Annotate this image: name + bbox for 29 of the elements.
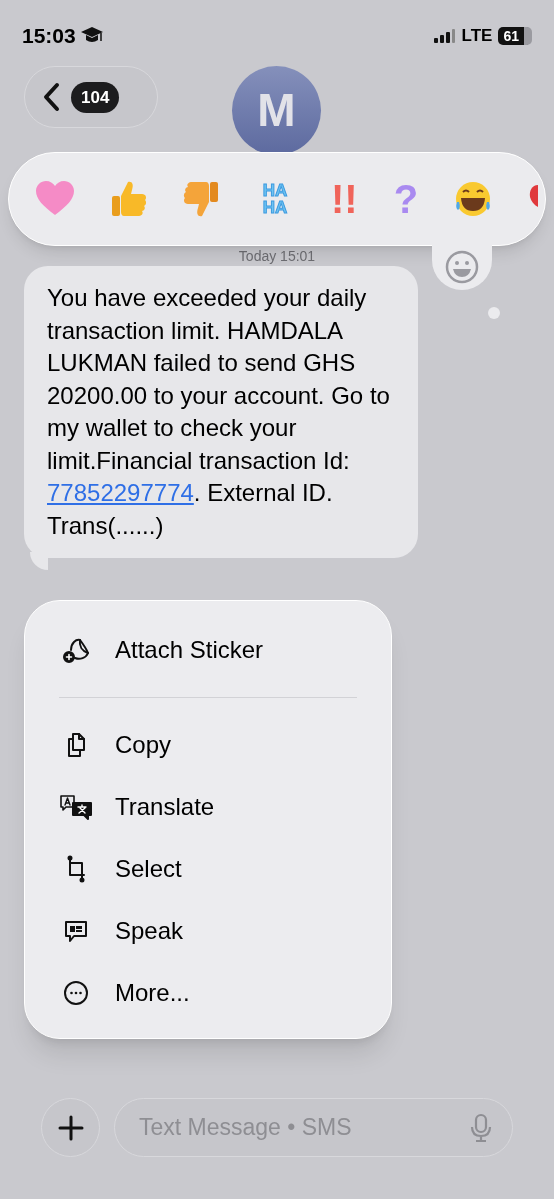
transaction-id-link[interactable]: 77852297774 bbox=[47, 479, 194, 506]
message-input[interactable]: Text Message • SMS bbox=[139, 1110, 470, 1145]
plus-icon bbox=[57, 1114, 84, 1141]
microphone-icon[interactable] bbox=[470, 1112, 492, 1143]
message-bubble[interactable] bbox=[24, 266, 418, 558]
more-icon bbox=[62, 979, 90, 1007]
bubble-tail bbox=[30, 552, 48, 570]
thumbs-down-icon[interactable] bbox=[183, 180, 219, 218]
laughing-face-icon[interactable] bbox=[454, 180, 493, 218]
signal-icon bbox=[433, 28, 456, 44]
smiley-icon bbox=[445, 250, 479, 284]
message-text: You have exceeded your daily transaction limit. HAMDALA LUKMAN failed to send GHS 20200.00 to your account. Go to my wallet to check your limit.Financial transaction Id: 77852297774. External ID. Trans(......) bbox=[47, 283, 391, 541]
unread-count-badge: 104 bbox=[71, 81, 120, 113]
menu-item[interactable]: Speak bbox=[25, 900, 391, 962]
menu-item[interactable]: More... bbox=[25, 962, 391, 1024]
message-timestamp: Today 15:01 bbox=[238, 248, 316, 264]
back-button[interactable]: 104 bbox=[24, 66, 158, 128]
menu-item[interactable]: Copy bbox=[25, 714, 391, 776]
thumbs-up-icon[interactable] bbox=[111, 180, 147, 218]
back-chevron-icon bbox=[41, 82, 61, 112]
translate-icon bbox=[59, 793, 93, 821]
menu-item[interactable]: Translate bbox=[25, 776, 391, 838]
network-type: LTE bbox=[461, 25, 493, 48]
sticker-icon bbox=[62, 636, 90, 664]
battery-level: 61 bbox=[498, 27, 532, 45]
clock-time: 15:03 bbox=[22, 23, 76, 50]
menu-item[interactable]: Attach Sticker bbox=[25, 619, 391, 681]
message-field[interactable]: Text Message • SMS bbox=[114, 1098, 513, 1157]
menu-item[interactable]: Select bbox=[25, 838, 391, 900]
